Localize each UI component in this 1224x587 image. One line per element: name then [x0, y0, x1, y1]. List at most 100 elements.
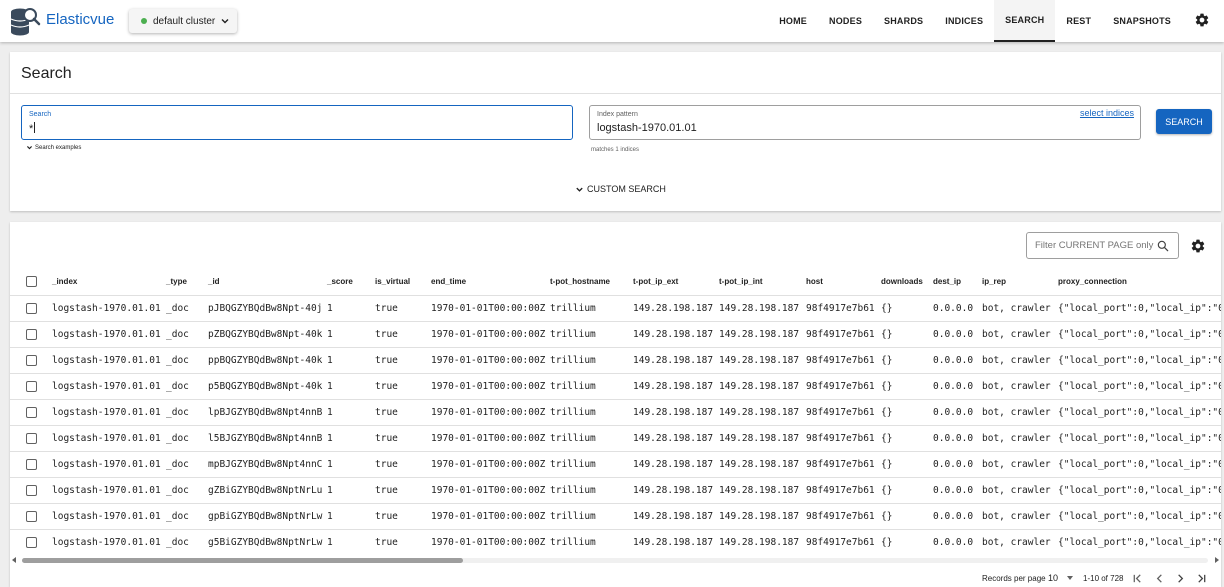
table-row[interactable]: logstash-1970.01.01 _doc l5BJGZYBQdBw8Npt4… [10, 425, 1221, 451]
page-range: 1-10 of 728 [1083, 574, 1124, 583]
table-row[interactable]: logstash-1970.01.01 _doc gpBiGZYBQdBw8NptN… [10, 503, 1221, 529]
results-panel: Filter CURRENT PAGE only _index _type _id _… [10, 222, 1221, 587]
table-cell-end-time: 1970-01-01T00:00:00Z [431, 381, 546, 392]
table-row[interactable]: logstash-1970.01.01 _doc p5BQGZYBQdBw8Npt-… [10, 373, 1221, 399]
table-cell-id: mpBJGZYBQdBw8Npt4nnC [208, 459, 323, 470]
table-row[interactable]: logstash-1970.01.01 _doc g5BiGZYBQdBw8NptN… [10, 529, 1221, 554]
table-cell-proxy-connection: {"local_port":0,"local_ip":"0. [1058, 303, 1221, 314]
table-cell-tpot-ip-ext: 149.28.198.187 [633, 329, 714, 340]
row-checkbox[interactable] [26, 459, 37, 470]
table-cell-ip-rep: bot, crawler [982, 485, 1051, 496]
custom-search-toggle[interactable]: CUSTOM SEARCH [575, 184, 666, 194]
column-header-tpot-ip-int[interactable]: t-pot_ip_int [719, 277, 763, 286]
search-panel: Search Search * Search examples Index pa… [10, 52, 1221, 211]
select-indices-link[interactable]: select indices [1080, 108, 1134, 118]
nav-rest[interactable]: REST [1055, 0, 1102, 42]
results-table: _index _type _id _score is_virtual end_time t-… [10, 268, 1221, 554]
row-checkbox[interactable] [26, 407, 37, 418]
table-cell-host: 98f4917e7b61 [806, 485, 875, 496]
search-examples-label: Search examples [35, 144, 82, 151]
column-header-index[interactable]: _index [52, 277, 77, 286]
previous-page-icon[interactable] [1154, 573, 1165, 584]
search-query-input[interactable]: Search * [21, 105, 573, 140]
first-page-icon[interactable] [1132, 573, 1143, 584]
cluster-select-button[interactable]: default cluster [129, 9, 237, 33]
table-cell-end-time: 1970-01-01T00:00:00Z [431, 537, 546, 548]
row-checkbox[interactable] [26, 381, 37, 392]
table-row[interactable]: logstash-1970.01.01 _doc ppBQGZYBQdBw8Npt-… [10, 347, 1221, 373]
table-cell-index: logstash-1970.01.01 [52, 485, 161, 496]
column-header-ip-rep[interactable]: ip_rep [982, 277, 1006, 286]
table-cell-downloads: {} [881, 329, 893, 340]
table-cell-tpot-hostname: trillium [550, 485, 596, 496]
last-page-icon[interactable] [1196, 573, 1207, 584]
nav-nodes[interactable]: NODES [818, 0, 873, 42]
nav-home[interactable]: HOME [768, 0, 818, 42]
column-header-proxy-connection[interactable]: proxy_connection [1058, 277, 1127, 286]
scroll-left-arrow-icon[interactable] [12, 557, 16, 563]
table-cell-end-time: 1970-01-01T00:00:00Z [431, 303, 546, 314]
table-cell-host: 98f4917e7b61 [806, 537, 875, 548]
table-cell-id: pJBQGZYBQdBw8Npt-40j [208, 303, 323, 314]
caret-down-icon[interactable] [1067, 576, 1073, 580]
table-cell-index: logstash-1970.01.01 [52, 355, 161, 366]
table-cell-tpot-ip-ext: 149.28.198.187 [633, 381, 714, 392]
column-header-tpot-hostname[interactable]: t-pot_hostname [550, 277, 610, 286]
nav-indices[interactable]: INDICES [934, 0, 994, 42]
scroll-right-arrow-icon[interactable] [1215, 557, 1219, 563]
search-query-value: * [29, 123, 34, 135]
column-header-downloads[interactable]: downloads [881, 277, 923, 286]
nav-snapshots[interactable]: SNAPSHOTS [1102, 0, 1182, 42]
table-row[interactable]: logstash-1970.01.01 _doc pJBQGZYBQdBw8Npt-… [10, 295, 1221, 321]
column-header-id[interactable]: _id [208, 277, 220, 286]
table-row[interactable]: logstash-1970.01.01 _doc mpBJGZYBQdBw8Npt4… [10, 451, 1221, 477]
next-page-icon[interactable] [1175, 573, 1186, 584]
elasticvue-logo-icon[interactable] [9, 6, 41, 36]
custom-search-label: CUSTOM SEARCH [587, 184, 666, 194]
table-cell-end-time: 1970-01-01T00:00:00Z [431, 407, 546, 418]
index-pattern-input[interactable]: Index pattern logstash-1970.01.01 select… [589, 105, 1141, 140]
column-header-is-virtual[interactable]: is_virtual [375, 277, 410, 286]
row-checkbox[interactable] [26, 433, 37, 444]
row-checkbox[interactable] [26, 537, 37, 548]
table-cell-tpot-ip-int: 149.28.198.187 [719, 355, 800, 366]
table-row[interactable]: logstash-1970.01.01 _doc pZBQGZYBQdBw8Npt-… [10, 321, 1221, 347]
table-cell-proxy-connection: {"local_port":0,"local_ip":"0. [1058, 485, 1221, 496]
table-cell-host: 98f4917e7b61 [806, 511, 875, 522]
app-title[interactable]: Elasticvue [46, 11, 114, 28]
table-cell-proxy-connection: {"local_port":0,"local_ip":"0. [1058, 381, 1221, 392]
nav-shards[interactable]: SHARDS [873, 0, 934, 42]
index-matches-hint: matches 1 indices [591, 147, 640, 153]
table-cell-proxy-connection: {"local_port":0,"local_ip":"0. [1058, 511, 1221, 522]
table-cell-downloads: {} [881, 537, 893, 548]
select-all-checkbox[interactable] [26, 276, 37, 287]
row-checkbox[interactable] [26, 355, 37, 366]
search-button[interactable]: SEARCH [1156, 109, 1212, 134]
search-query-value-wrap: * [29, 122, 36, 135]
row-checkbox[interactable] [26, 485, 37, 496]
table-cell-index: logstash-1970.01.01 [52, 459, 161, 470]
column-header-type[interactable]: _type [166, 277, 187, 286]
settings-gear-icon[interactable] [1194, 12, 1210, 28]
column-header-tpot-ip-ext[interactable]: t-pot_ip_ext [633, 277, 678, 286]
table-row[interactable]: logstash-1970.01.01 _doc lpBJGZYBQdBw8Npt4… [10, 399, 1221, 425]
table-row[interactable]: logstash-1970.01.01 _doc gZBiGZYBQdBw8NptN… [10, 477, 1221, 503]
nav-search[interactable]: SEARCH [994, 0, 1056, 42]
column-header-end-time[interactable]: end_time [431, 277, 466, 286]
table-settings-gear-icon[interactable] [1190, 238, 1206, 254]
table-cell-index: logstash-1970.01.01 [52, 381, 161, 392]
scrollbar-thumb[interactable] [22, 558, 463, 563]
column-header-host[interactable]: host [806, 277, 823, 286]
row-checkbox[interactable] [26, 329, 37, 340]
table-cell-type: _doc [166, 537, 189, 548]
row-checkbox[interactable] [26, 303, 37, 314]
horizontal-scrollbar[interactable] [10, 555, 1221, 565]
row-checkbox[interactable] [26, 511, 37, 522]
table-cell-downloads: {} [881, 433, 893, 444]
filter-input[interactable]: Filter CURRENT PAGE only [1026, 232, 1179, 259]
search-examples-toggle[interactable]: Search examples [26, 144, 81, 151]
chevron-down-icon [221, 19, 229, 24]
records-per-page-select[interactable]: 10 [1048, 573, 1058, 583]
column-header-score[interactable]: _score [327, 277, 353, 286]
column-header-dest-ip[interactable]: dest_ip [933, 277, 961, 286]
